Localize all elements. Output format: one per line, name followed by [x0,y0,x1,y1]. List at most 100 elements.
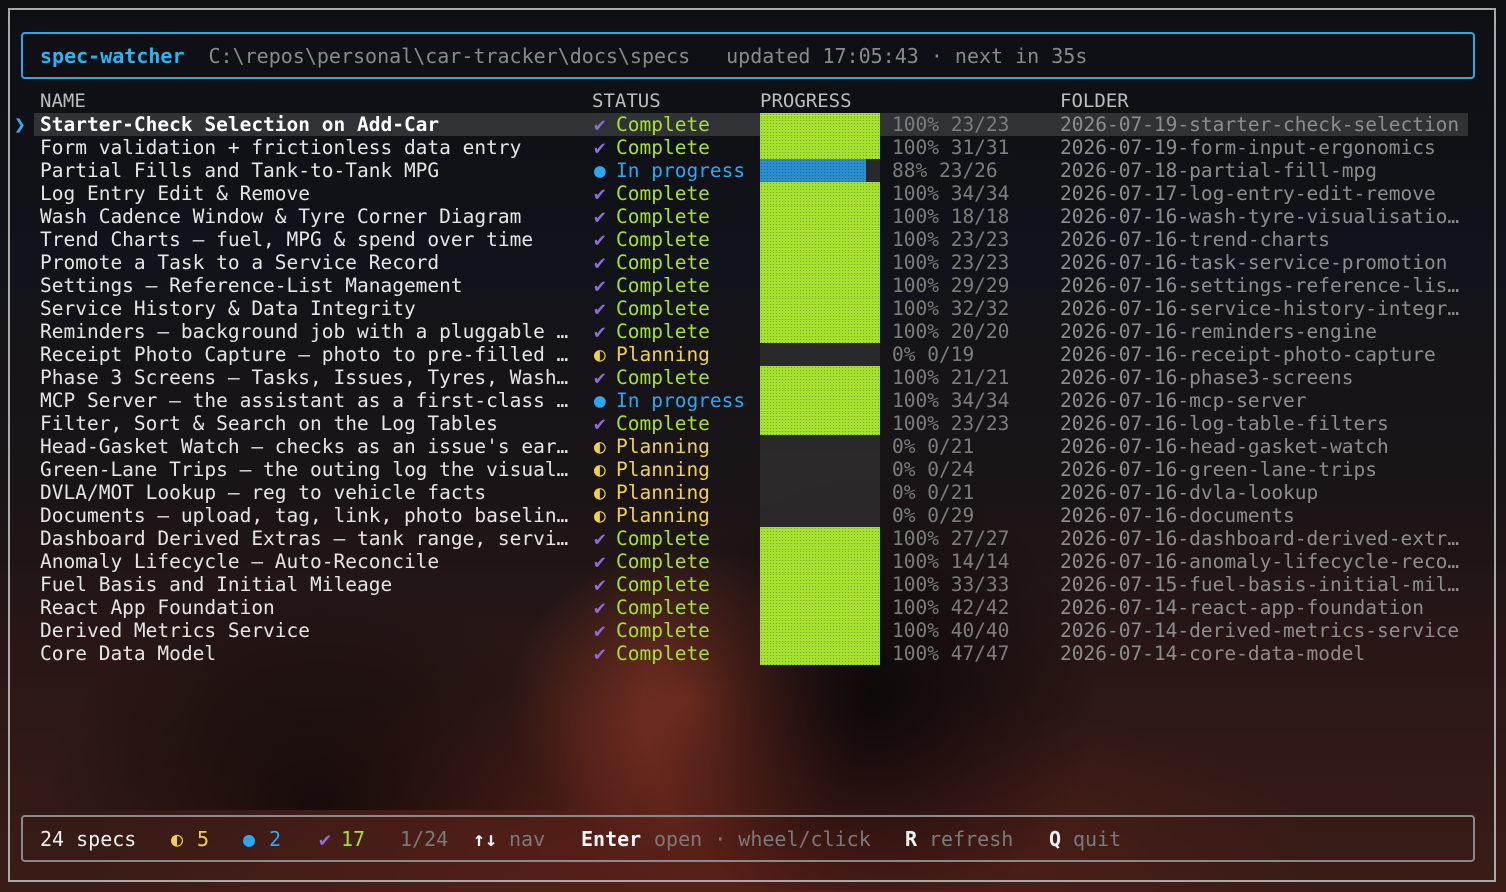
progress-bar [760,619,880,642]
column-header-progress[interactable]: PROGRESS [760,90,852,112]
status-badge: ◐ Planning [594,504,754,527]
spec-folder: 2026-07-16-trend-charts [1060,228,1331,251]
half-circle-icon: ◐ [594,481,606,504]
check-icon: ✔ [594,366,606,389]
progress-bar [760,297,880,320]
spec-row[interactable]: Filter, Sort & Search on the Log Tables ✔… [0,412,1506,435]
status-label: Complete [616,412,710,435]
spec-folder: 2026-07-14-derived-metrics-service [1060,619,1460,642]
spec-folder: 2026-07-16-documents [1060,504,1295,527]
column-header-folder[interactable]: FOLDER [1060,90,1129,112]
complete-count: 17 [341,827,366,851]
spec-folder: 2026-07-16-head-gasket-watch [1060,435,1389,458]
spec-folder: 2026-07-14-react-app-foundation [1060,596,1424,619]
status-badge: ✔ Complete [594,182,754,205]
status-badge: ✔ Complete [594,642,754,665]
spec-folder: 2026-07-16-mcp-server [1060,389,1307,412]
complete-icon: ✔ [319,827,332,851]
spec-row[interactable]: Documents — upload, tag, link, photo bas… [0,504,1506,527]
spec-folder: 2026-07-14-core-data-model [1060,642,1366,665]
spec-row[interactable]: DVLA/MOT Lookup — reg to vehicle facts ◐ P… [0,481,1506,504]
progress-bar-fill [760,573,880,596]
progress-bar [760,366,880,389]
spec-row[interactable]: MCP Server — the assistant as a first-cl… [0,389,1506,412]
spec-row[interactable]: Service History & Data Integrity ✔ Complet… [0,297,1506,320]
spec-row[interactable]: Log Entry Edit & Remove ✔ Complete 100% 34/… [0,182,1506,205]
status-badge: ✔ Complete [594,297,754,320]
spec-row[interactable]: Form validation + frictionless data entr… [0,136,1506,159]
spec-row[interactable]: Settings — Reference-List Management ✔ Com… [0,274,1506,297]
progress-bar-fill [760,619,880,642]
spec-row[interactable]: Reminders — background job with a plugga… [0,320,1506,343]
spec-row[interactable]: Partial Fills and Tank-to-Tank MPG ● In pr… [0,159,1506,182]
progress-bar [760,205,880,228]
progress-bar-fill [760,228,880,251]
progress-bar-fill [760,389,880,412]
status-label: Complete [616,619,710,642]
spec-name: DVLA/MOT Lookup — reg to vehicle facts [40,481,487,504]
spec-folder: 2026-07-15-fuel-basis-initial-mil… [1060,573,1460,596]
progress-bar-fill [760,320,880,343]
check-icon: ✔ [594,527,606,550]
spec-name: Head-Gasket Watch — checks as an issue's… [40,435,569,458]
progress-bar [760,550,880,573]
enter-key: Enter [581,827,642,851]
progress-bar [760,320,880,343]
column-header-status[interactable]: STATUS [592,90,661,112]
spec-name: Dashboard Derived Extras — tank range, s… [40,527,569,550]
spec-row[interactable]: Receipt Photo Capture — photo to pre-fil… [0,343,1506,366]
spec-folder: 2026-07-19-starter-check-selection [1060,113,1460,136]
spec-row[interactable]: Green-Lane Trips — the outing log the vi… [0,458,1506,481]
spec-row[interactable]: Promote a Task to a Service Record ✔ Compl… [0,251,1506,274]
progress-bar [760,642,880,665]
spec-row[interactable]: Wash Cadence Window & Tyre Corner Diagra… [0,205,1506,228]
check-icon: ✔ [594,228,606,251]
spec-row[interactable]: React App Foundation ✔ Complete 100% 42/42 2… [0,596,1506,619]
spec-row[interactable]: Fuel Basis and Initial Mileage ✔ Complete 1… [0,573,1506,596]
status-label: Planning [616,481,710,504]
progress-bar-fill [760,527,880,550]
spec-folder: 2026-07-16-task-service-promotion [1060,251,1448,274]
spec-name: Form validation + frictionless data entr… [40,136,522,159]
spec-folder: 2026-07-16-phase3-screens [1060,366,1354,389]
spec-row[interactable]: Dashboard Derived Extras — tank range, s… [0,527,1506,550]
progress-text: 100% 23/23 [892,228,1010,251]
check-icon: ✔ [594,251,606,274]
spec-count: 24 specs [40,827,137,851]
progress-bar [760,389,880,412]
status-label: Complete [616,205,710,228]
nav-key: ↑↓ [473,827,498,851]
status-label: Planning [616,343,710,366]
column-header-name[interactable]: NAME [40,90,86,112]
dot-icon: ● [594,159,606,182]
status-badge: ● In progress [594,389,754,412]
dot-icon: ● [594,389,606,412]
in-progress-count: 2 [269,827,282,851]
spec-row[interactable]: Head-Gasket Watch — checks as an issue's… [0,435,1506,458]
progress-text: 100% 42/42 [892,596,1010,619]
spec-name: Green-Lane Trips — the outing log the vi… [40,458,569,481]
spec-row[interactable]: Trend Charts — fuel, MPG & spend over ti… [0,228,1506,251]
progress-bar-fill [760,182,880,205]
status-badge: ◐ Planning [594,481,754,504]
status-badge: ● In progress [594,159,754,182]
status-label: In progress [616,389,746,412]
check-icon: ✔ [594,573,606,596]
status-label: Complete [616,366,710,389]
spec-row[interactable]: Core Data Model ✔ Complete 100% 47/47 2026-0… [0,642,1506,665]
app-name: spec-watcher [40,43,185,68]
progress-bar [760,228,880,251]
spec-row[interactable]: Derived Metrics Service ✔ Complete 100% 40/… [0,619,1506,642]
progress-text: 100% 40/40 [892,619,1010,642]
progress-text: 100% 27/27 [892,527,1010,550]
spec-row[interactable]: ❯ Starter-Check Selection on Add-Car ✔ Comp… [0,113,1506,136]
spec-row[interactable]: Phase 3 Screens — Tasks, Issues, Tyres, … [0,366,1506,389]
specs-path: C:\repos\personal\car-tracker\docs\specs [208,43,691,68]
status-badge: ✔ Complete [594,527,754,550]
status-label: In progress [616,159,746,182]
spec-name: Filter, Sort & Search on the Log Tables [40,412,498,435]
progress-bar-fill [760,136,880,159]
progress-bar [760,251,880,274]
spec-row[interactable]: Anomaly Lifecycle — Auto-Reconcile ✔ Compl… [0,550,1506,573]
status-label: Complete [616,550,710,573]
